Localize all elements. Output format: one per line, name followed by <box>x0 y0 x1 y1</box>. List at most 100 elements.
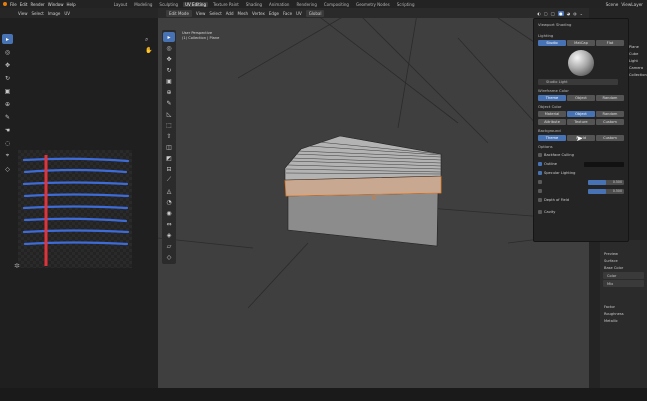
tab-sculpting[interactable]: Sculpting <box>157 2 180 7</box>
vp-menu-view[interactable]: View <box>196 11 206 16</box>
vp-menu-add[interactable]: Add <box>226 11 234 16</box>
scale-tool-icon[interactable]: ▣ <box>2 86 13 96</box>
lighting-matcap-button[interactable]: MatCap <box>567 40 595 46</box>
uv-canvas[interactable] <box>18 150 132 268</box>
color-attribute-button[interactable]: Attribute <box>538 119 566 125</box>
overlay-icon[interactable]: ◐ <box>537 11 541 16</box>
vp-menu-select[interactable]: Select <box>209 11 221 16</box>
relax-tool-icon[interactable]: ◌ <box>2 138 13 148</box>
shear-icon[interactable]: ▱ <box>163 241 175 251</box>
tab-layout[interactable]: Layout <box>112 2 130 7</box>
poly-build-icon[interactable]: ◬ <box>163 186 175 196</box>
tab-shading[interactable]: Shading <box>244 2 264 7</box>
rip-tool-icon[interactable]: ◇ <box>2 164 13 174</box>
move-icon[interactable]: ✥ <box>163 54 175 64</box>
outliner-item[interactable]: Light <box>629 58 647 65</box>
transform-tool-icon[interactable]: ⊕ <box>2 99 13 109</box>
backface-checkbox[interactable] <box>538 153 542 157</box>
menu-help[interactable]: Help <box>66 2 75 7</box>
cavity-checkbox[interactable] <box>538 210 542 214</box>
rip-icon[interactable]: ◇ <box>163 252 175 262</box>
knife-icon[interactable]: ⟋ <box>163 175 175 185</box>
tab-compositing[interactable]: Compositing <box>322 2 351 7</box>
dof-checkbox[interactable] <box>538 198 542 202</box>
cavity-row[interactable]: Cavity <box>538 209 624 215</box>
bevel-icon[interactable]: ◩ <box>163 153 175 163</box>
color-random-button[interactable]: Random <box>596 111 624 117</box>
vp-menu-vertex[interactable]: Vertex <box>252 11 265 16</box>
prop-mix-field[interactable]: Mix <box>603 280 644 287</box>
grab-tool-icon[interactable]: ☚ <box>2 125 13 135</box>
outline-color-swatch[interactable] <box>584 161 624 167</box>
studio-light-selector[interactable]: Studio Light <box>538 79 618 85</box>
render-shading-icon[interactable]: ◍ <box>573 11 577 16</box>
shrink-icon[interactable]: ◈ <box>163 230 175 240</box>
outliner-item[interactable]: Camera <box>629 65 647 72</box>
specular-row[interactable]: Specular Lighting <box>538 170 624 176</box>
color-texture-button[interactable]: Texture <box>567 119 595 125</box>
mode-selector[interactable]: Edit Mode <box>166 9 192 17</box>
prop-color-field[interactable]: Color <box>603 272 644 279</box>
measure-icon[interactable]: ◺ <box>163 109 175 119</box>
color-material-button[interactable]: Material <box>538 111 566 117</box>
tab-rendering[interactable]: Rendering <box>294 2 318 7</box>
prop-factor[interactable]: Factor <box>600 303 647 310</box>
specular-checkbox[interactable] <box>538 171 542 175</box>
prop-base-color[interactable]: Base Color <box>600 264 647 271</box>
prop-surface[interactable]: Surface <box>600 257 647 264</box>
menu-edit[interactable]: Edit <box>20 2 28 7</box>
lighting-flat-button[interactable]: Flat <box>596 40 624 46</box>
shadow-row[interactable]: 0.500 <box>538 179 624 185</box>
lighting-studio-button[interactable]: Studio <box>538 40 566 46</box>
tab-uv-editing[interactable]: UV Editing <box>183 1 208 7</box>
material-shading-icon[interactable]: ◕ <box>567 11 571 16</box>
color-custom-button[interactable]: Custom <box>596 119 624 125</box>
uv-menu-uv[interactable]: UV <box>64 11 70 16</box>
blender-logo-icon[interactable] <box>3 2 7 6</box>
prop-preview[interactable]: Preview <box>600 250 647 257</box>
outliner-item[interactable]: Collection <box>629 72 647 79</box>
cavity-strength-row[interactable]: 0.500 <box>538 188 624 194</box>
menu-window[interactable]: Window <box>48 2 64 7</box>
vp-menu-edge[interactable]: Edge <box>269 11 279 16</box>
rotate-tool-icon[interactable]: ↻ <box>2 73 13 83</box>
solid-shading-icon[interactable]: ● <box>558 10 564 16</box>
wire-object-button[interactable]: Object <box>567 95 595 101</box>
xray-icon[interactable]: ▢ <box>544 11 548 16</box>
uv-menu-view[interactable]: View <box>18 11 28 16</box>
scene-selector[interactable]: Scene <box>606 2 619 7</box>
prop-metallic[interactable]: Metallic <box>600 317 647 324</box>
bg-theme-button[interactable]: Theme <box>538 135 566 141</box>
prop-roughness[interactable]: Roughness <box>600 310 647 317</box>
outline-row[interactable]: Outline <box>538 161 624 167</box>
shadow-slider[interactable]: 0.500 <box>588 179 624 185</box>
pan-icon[interactable]: ✋ <box>145 47 152 54</box>
cursor-icon[interactable]: ◎ <box>163 43 175 53</box>
backface-culling-row[interactable]: Backface Culling <box>538 152 624 158</box>
rotate-icon[interactable]: ↻ <box>163 65 175 75</box>
cavity-slider[interactable]: 0.500 <box>588 188 624 194</box>
inset-icon[interactable]: ◫ <box>163 142 175 152</box>
select-tool-icon[interactable]: ▸ <box>2 34 13 44</box>
spin-icon[interactable]: ◔ <box>163 197 175 207</box>
zoom-icon[interactable]: ⌕ <box>145 36 148 44</box>
cavity-strength-checkbox[interactable] <box>538 189 542 193</box>
uv-menu-select[interactable]: Select <box>32 11 44 16</box>
edge-slide-icon[interactable]: ⇔ <box>163 219 175 229</box>
scale-icon[interactable]: ▣ <box>163 76 175 86</box>
vp-menu-face[interactable]: Face <box>283 11 292 16</box>
move-tool-icon[interactable]: ✥ <box>2 60 13 70</box>
3d-viewport[interactable] <box>158 8 589 388</box>
wire-theme-button[interactable]: Theme <box>538 95 566 101</box>
shading-dropdown-icon[interactable]: ⌄ <box>580 11 583 16</box>
tab-texture-paint[interactable]: Texture Paint <box>211 2 241 7</box>
tab-animation[interactable]: Animation <box>267 2 291 7</box>
cursor-tool-icon[interactable]: ◎ <box>2 47 13 57</box>
dof-row[interactable]: Depth of Field <box>538 197 624 203</box>
tab-geometry-nodes[interactable]: Geometry Nodes <box>354 2 392 7</box>
annotate-icon[interactable]: ✎ <box>163 98 175 108</box>
wireframe-shading-icon[interactable]: ◯ <box>551 11 555 16</box>
uv-menu-image[interactable]: Image <box>48 11 61 16</box>
smooth-icon[interactable]: ◉ <box>163 208 175 218</box>
tab-scripting[interactable]: Scripting <box>395 2 417 7</box>
